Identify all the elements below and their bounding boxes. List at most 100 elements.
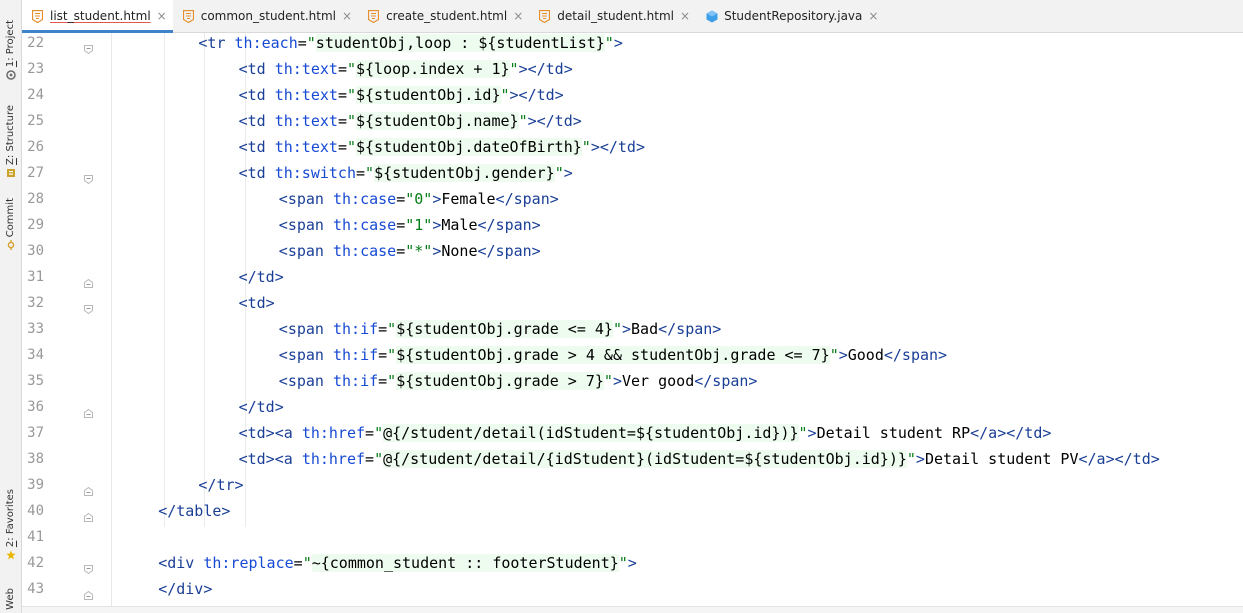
tool-window-commit-button[interactable]: Commit <box>2 193 19 250</box>
code-token: </a></td> <box>970 424 1052 442</box>
code-token: </a></td> <box>1078 450 1160 468</box>
code-line[interactable]: <td th:text="${loop.index + 1}"></td> <box>239 56 573 82</box>
close-icon[interactable]: × <box>342 9 352 23</box>
tab-detail_student-html[interactable]: detail_student.html × <box>529 0 696 32</box>
code-line[interactable]: <span th:case="0">Female</span> <box>279 186 559 212</box>
code-token: th:each <box>234 34 298 52</box>
code-token: = <box>337 60 347 78</box>
code-token: > <box>838 346 848 364</box>
fold-open-icon[interactable] <box>84 559 93 575</box>
code-token: @{/student/detail/{idStudent}(idStudent=… <box>383 450 907 468</box>
code-token: th:if <box>332 320 379 338</box>
tab-label: list_student.html <box>50 9 151 23</box>
code-token: > <box>432 242 442 260</box>
tool-window-label: Commit <box>5 197 16 237</box>
code-token: <span <box>278 242 333 260</box>
html-file-icon <box>367 9 380 23</box>
code-line[interactable]: <td> <box>239 290 275 316</box>
close-icon[interactable]: × <box>680 9 690 23</box>
line-number: 25 <box>27 113 44 129</box>
code-line[interactable]: <span th:if="${studentObj.grade > 7}">Ve… <box>278 368 758 394</box>
code-token: None <box>441 242 478 260</box>
code-line[interactable]: <span th:if="${studentObj.grade > 4 && s… <box>279 342 947 368</box>
tab-list_student-html[interactable]: list_student.html × <box>22 0 173 33</box>
code-line[interactable]: <td><a th:href="@{/student/detail(idStud… <box>239 420 1052 446</box>
tab-create_student-html[interactable]: create_student.html × <box>358 0 529 32</box>
code-token: </span> <box>694 372 758 390</box>
line-number: 31 <box>27 269 44 285</box>
line-number: 28 <box>27 191 44 207</box>
code-token: <span <box>278 190 333 208</box>
code-line[interactable]: <td th:text="${studentObj.name}"></td> <box>239 108 582 134</box>
tool-window-web-button[interactable]: Web <box>2 578 19 610</box>
code-token: = <box>356 164 366 182</box>
line-number: 22 <box>27 35 44 51</box>
code-token: = <box>396 242 406 260</box>
tool-window-number: 2 <box>5 540 16 547</box>
tab-studentrepository-java[interactable]: StudentRepository.java × <box>696 0 884 32</box>
code-line[interactable]: <td th:switch="${studentObj.gender}"> <box>239 160 573 186</box>
code-line[interactable]: <span th:if="${studentObj.grade <= 4}">B… <box>278 316 721 342</box>
code-token: = <box>297 34 307 52</box>
code-token: > <box>621 320 632 338</box>
code-line[interactable]: </div> <box>158 576 212 602</box>
code-line[interactable]: <span th:case="*">None</span> <box>279 238 541 264</box>
code-token: > <box>627 554 637 572</box>
close-icon[interactable]: × <box>513 9 523 23</box>
code-line[interactable]: <tr th:each="studentObj,loop : ${student… <box>198 30 623 56</box>
tool-window-structure-button[interactable]: Z: Structure <box>2 98 19 178</box>
horizontal-scrollbar[interactable] <box>22 606 1243 613</box>
code-line[interactable]: <td th:text="${studentObj.id}"></td> <box>239 82 564 108</box>
code-token: ${studentObj.name} <box>356 112 519 130</box>
html-file-icon <box>539 9 551 23</box>
fold-open-icon[interactable] <box>84 39 93 55</box>
code-line[interactable]: <td><a th:href="@{/student/detail/{idStu… <box>239 446 1160 472</box>
code-token: " <box>302 554 312 572</box>
code-token: th:if <box>332 372 379 390</box>
fold-close-icon[interactable] <box>84 585 93 600</box>
fold-close-icon[interactable] <box>84 273 93 288</box>
code-line[interactable]: <td th:text="${studentObj.dateOfBirth}">… <box>239 134 645 160</box>
line-number: 41 <box>27 529 44 545</box>
code-token: </tr> <box>198 476 244 494</box>
code-token: <td <box>238 112 275 130</box>
code-line[interactable]: <div th:replace="~{common_student :: foo… <box>158 550 637 576</box>
code-token: > <box>563 164 573 182</box>
tool-window-favorites-button[interactable]: 2: Favorites <box>2 485 19 560</box>
code-token: = <box>365 424 375 442</box>
line-number: 24 <box>27 87 44 103</box>
code-area[interactable]: <tr th:each="studentObj,loop : ${student… <box>122 33 1243 607</box>
code-token: <span <box>278 372 333 390</box>
fold-close-icon[interactable] <box>84 507 93 522</box>
tab-label: StudentRepository.java <box>724 9 863 23</box>
line-number: 36 <box>27 399 44 415</box>
code-token: " <box>346 60 356 78</box>
code-token: " <box>306 34 316 52</box>
code-token: " <box>374 450 384 468</box>
fold-close-icon[interactable] <box>84 481 93 496</box>
code-token: </span> <box>477 242 541 260</box>
code-token: <td <box>238 86 275 104</box>
tab-label: common_student.html <box>200 9 337 23</box>
close-icon[interactable]: × <box>157 9 167 23</box>
code-token: th:case <box>332 242 397 260</box>
tab-common_student-html[interactable]: common_student.html × <box>173 0 358 32</box>
code-line[interactable]: <span th:case="1">Male</span> <box>279 212 541 238</box>
code-token: th:text <box>274 112 338 130</box>
close-icon[interactable]: × <box>868 9 878 23</box>
fold-open-icon[interactable] <box>84 169 93 185</box>
code-editor[interactable]: 22 23 24 25 26 27 28 29 30 31 32 33 34 35 36 37 38 39 40 41… <box>22 33 1243 607</box>
code-token: = <box>337 86 347 104</box>
code-line[interactable]: </tr> <box>198 472 243 498</box>
code-token: " <box>500 86 510 104</box>
fold-open-icon[interactable] <box>84 299 93 315</box>
code-line[interactable]: </td> <box>239 264 284 290</box>
fold-close-icon[interactable] <box>84 403 93 418</box>
code-line[interactable]: </td> <box>239 394 284 420</box>
code-token: Bad <box>631 320 659 338</box>
line-number: 40 <box>27 503 44 519</box>
line-number: 27 <box>27 165 44 181</box>
code-token: <span <box>278 320 333 338</box>
tool-window-project-button[interactable]: 1: Project <box>2 6 19 80</box>
code-line[interactable]: </table> <box>158 498 230 524</box>
